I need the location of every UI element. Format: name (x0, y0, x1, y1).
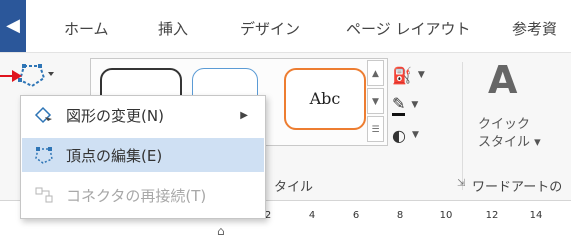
quick-style-line1: クイック (478, 117, 531, 132)
ruler-tick: 6 (352, 210, 360, 221)
gallery-scroll-down[interactable]: ▼ (367, 88, 384, 114)
edit-points-icon (22, 145, 66, 165)
change-shape-icon (22, 105, 66, 125)
indent-marker-icon[interactable]: ⌂ (217, 224, 225, 238)
file-tab-edge[interactable]: ◀ (0, 0, 26, 52)
menu-item-label: 頂点の編集(E) (66, 146, 163, 165)
shape-fill-button[interactable]: ⛽ ▼ (392, 60, 452, 90)
tab-home[interactable]: ホーム (64, 18, 109, 39)
dialog-launcher-icon[interactable]: ⇲ (457, 178, 465, 189)
reroute-connector-icon (22, 185, 66, 205)
tab-design[interactable]: デザイン (240, 18, 300, 39)
annotation-arrow (0, 70, 22, 82)
pen-icon: ✎ (392, 94, 406, 116)
menu-item-edit-points[interactable]: 頂点の編集(E) (22, 138, 264, 172)
ruler-tick: 12 (485, 210, 499, 221)
edit-shape-dropdown-menu: 図形の変更(N) ▶ 頂点の編集(E) コネクタの再接続(T) (20, 95, 266, 219)
tab-insert[interactable]: 挿入 (158, 18, 188, 39)
wordart-group-label: ワードアートの (472, 180, 563, 195)
gallery-scroll-up[interactable]: ▲ (367, 60, 384, 86)
tab-page-layout[interactable]: ページ レイアウト (346, 18, 470, 39)
shape-effects-button[interactable]: ◐ ▼ (392, 120, 452, 150)
ruler-tick: 8 (396, 210, 404, 221)
gallery-more[interactable]: ☰ (367, 116, 384, 142)
paint-bucket-icon: ⛽ (392, 65, 412, 85)
menu-item-change-shape[interactable]: 図形の変更(N) ▶ (22, 98, 264, 132)
ruler-tick: 14 (529, 210, 543, 221)
ruler-tick: 4 (308, 210, 316, 221)
shape-format-buttons: ⛽ ▼ ✎ ▼ ◐ ▼ (392, 60, 452, 150)
menu-item-label: コネクタの再接続(T) (66, 186, 207, 205)
ribbon-tab-bar: ◀ ホーム 挿入 デザイン ページ レイアウト 参考資 (0, 0, 571, 52)
tab-references[interactable]: 参考資 (512, 18, 557, 39)
menu-item-reroute-connectors: コネクタの再接続(T) (22, 178, 264, 212)
group-separator (462, 62, 463, 190)
shape-style-3[interactable]: Abc (284, 68, 366, 130)
quick-style-line2: スタイル ▾ (478, 135, 541, 150)
submenu-arrow-icon: ▶ (240, 109, 248, 121)
effects-icon: ◐ (392, 125, 406, 145)
wordart-a-icon[interactable]: A (488, 58, 517, 102)
shape-styles-group-label: タイル (274, 180, 314, 195)
menu-item-label: 図形の変更(N) (66, 106, 164, 125)
quick-style-button[interactable]: クイック スタイル ▾ (478, 116, 568, 152)
ruler-tick: 10 (439, 210, 453, 221)
shape-outline-button[interactable]: ✎ ▼ (392, 90, 452, 120)
